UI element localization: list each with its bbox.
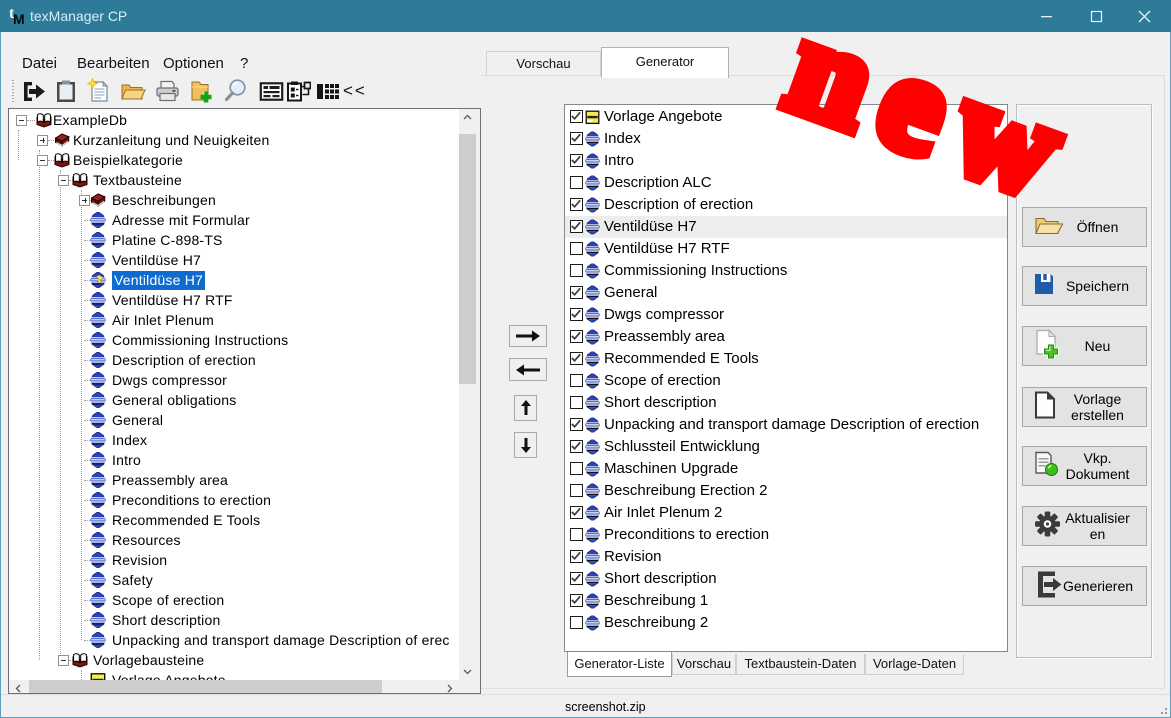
svg-text:new: new xyxy=(771,0,1098,232)
